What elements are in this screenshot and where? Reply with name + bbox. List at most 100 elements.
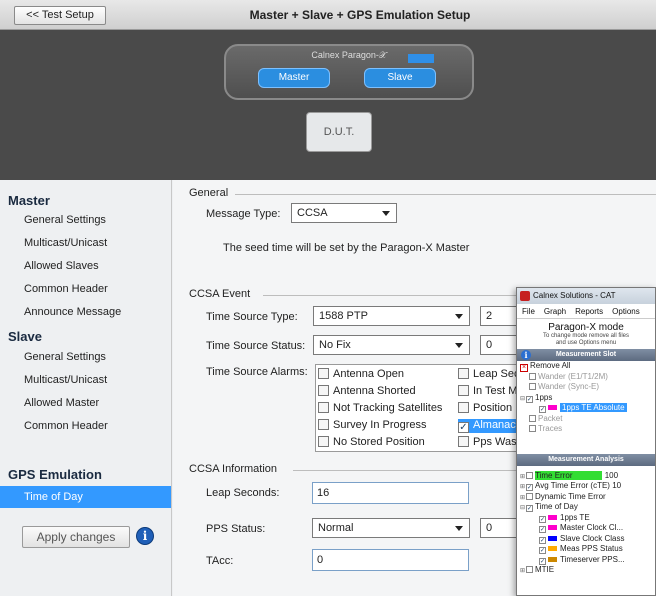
tacc-input[interactable]: 0: [312, 549, 469, 571]
info-icon[interactable]: i: [521, 350, 531, 360]
analysis-item-1pps-te[interactable]: 1pps TE: [517, 513, 655, 524]
sidebar-item-slave-general-settings[interactable]: General Settings: [24, 351, 106, 363]
analysis-item-slave-clock-class[interactable]: Slave Clock Class: [517, 534, 655, 545]
checkbox[interactable]: [318, 436, 329, 447]
time-source-type-select[interactable]: 1588 PTP: [313, 306, 470, 326]
group-ccsa-information: CCSA Information: [189, 463, 278, 475]
slave-port[interactable]: Slave: [364, 68, 436, 88]
chevron-down-icon: [455, 314, 463, 319]
sidebar-item-announce-message[interactable]: Announce Message: [24, 306, 121, 318]
checkbox[interactable]: [526, 505, 533, 512]
alarm-antenna-open[interactable]: Antenna Open: [318, 368, 404, 380]
alarm-antenna-shorted[interactable]: Antenna Shorted: [318, 385, 416, 397]
analysis-item-mtie[interactable]: ⊞ MTIE: [517, 565, 655, 576]
analysis-item-meas-pps-status[interactable]: Meas PPS Status: [517, 544, 655, 555]
group-ccsa-event: CCSA Event: [189, 288, 251, 300]
alarm-in-test-mode[interactable]: In Test M: [458, 385, 517, 397]
pps-status-extra-field[interactable]: 0: [480, 518, 520, 538]
remove-all-button[interactable]: × Remove All: [517, 361, 655, 372]
sidebar-item-time-of-day[interactable]: Time of Day: [0, 486, 171, 508]
slot-item[interactable]: ⊟1pps: [517, 393, 655, 404]
checkbox[interactable]: [318, 385, 329, 396]
series-color-swatch: [548, 525, 557, 530]
slot-item[interactable]: Packet: [517, 414, 655, 425]
sidebar-item-allowed-slaves[interactable]: Allowed Slaves: [24, 260, 99, 272]
group-divider: [235, 194, 656, 195]
checkbox[interactable]: [458, 368, 469, 379]
cat-menu-options[interactable]: Options: [612, 307, 640, 316]
checkbox[interactable]: [526, 471, 533, 479]
alarm-no-stored-position[interactable]: No Stored Position: [318, 436, 425, 448]
alarm-survey-in-progress[interactable]: Survey In Progress: [318, 419, 427, 431]
checkbox[interactable]: [539, 526, 546, 533]
checkbox[interactable]: [458, 385, 469, 396]
slot-label: Packet: [538, 413, 563, 423]
seed-time-note: The seed time will be set by the Paragon…: [223, 242, 470, 254]
device-name: Calnex Paragon-𝒳: [311, 50, 387, 60]
back-to-test-setup-button[interactable]: << Test Setup: [14, 6, 106, 25]
alarm-label: Almanac: [473, 419, 516, 431]
master-port[interactable]: Master: [258, 68, 330, 88]
cat-title: Calnex Solutions - CAT: [533, 291, 616, 300]
alarm-not-tracking-satellites[interactable]: Not Tracking Satellites: [318, 402, 442, 414]
slot-item[interactable]: Wander (E1/T1/2M): [517, 372, 655, 383]
checkbox-checked[interactable]: [458, 422, 469, 433]
checkbox[interactable]: [539, 515, 546, 523]
checkbox[interactable]: [526, 492, 533, 500]
alarm-pps-was[interactable]: Pps Was: [458, 436, 517, 448]
cat-menu-bar: File Graph Reports Options: [517, 304, 655, 319]
checkbox[interactable]: [529, 372, 536, 380]
checkbox[interactable]: [318, 419, 329, 430]
checkbox[interactable]: [539, 406, 546, 413]
analysis-item-time-of-day[interactable]: ⊟Time of Day: [517, 502, 655, 513]
analysis-label: Time of Day: [535, 502, 578, 511]
slot-item[interactable]: Traces: [517, 424, 655, 435]
analysis-item-master-clock[interactable]: Master Clock Cl...: [517, 523, 655, 534]
checkbox[interactable]: [529, 425, 536, 432]
checkbox[interactable]: [529, 383, 536, 390]
checkbox[interactable]: [458, 402, 469, 413]
checkbox[interactable]: [539, 536, 546, 544]
analysis-item-timeserver-pps[interactable]: Timeserver PPS...: [517, 555, 655, 566]
apply-changes-button[interactable]: Apply changes: [22, 526, 130, 548]
time-source-status-select[interactable]: No Fix: [313, 335, 470, 355]
cat-menu-reports[interactable]: Reports: [575, 307, 603, 316]
slot-label: 1pps TE Absolute: [560, 403, 627, 412]
time-source-type-extra-field[interactable]: 2: [480, 306, 520, 326]
cat-menu-graph[interactable]: Graph: [544, 307, 566, 316]
cat-menu-file[interactable]: File: [522, 307, 535, 316]
analysis-item-time-error[interactable]: ⊞ Time Error 100: [517, 470, 655, 482]
checkbox[interactable]: [318, 368, 329, 379]
checkbox[interactable]: [539, 557, 546, 565]
sidebar-item-master-multicast-unicast[interactable]: Multicast/Unicast: [24, 237, 107, 249]
sidebar-item-allowed-master[interactable]: Allowed Master: [24, 397, 99, 409]
checkbox[interactable]: [458, 436, 469, 447]
checkbox[interactable]: [526, 395, 533, 403]
sidebar-item-slave-common-header[interactable]: Common Header: [24, 420, 108, 432]
dut-box[interactable]: D.U.T.: [306, 112, 372, 152]
sidebar-item-slave-multicast-unicast[interactable]: Multicast/Unicast: [24, 374, 107, 386]
sidebar-item-master-general-settings[interactable]: General Settings: [24, 214, 106, 226]
checkbox[interactable]: [318, 402, 329, 413]
time-source-status-value: No Fix: [319, 339, 351, 351]
analysis-item-dynamic-time-error[interactable]: ⊞ Dynamic Time Error: [517, 492, 655, 503]
checkbox[interactable]: [529, 414, 536, 422]
leap-seconds-input[interactable]: 16: [312, 482, 469, 504]
message-type-select[interactable]: CCSA: [291, 203, 397, 223]
slot-item[interactable]: Wander (Sync-E): [517, 382, 655, 393]
checkbox[interactable]: [526, 566, 533, 573]
time-source-status-extra-field[interactable]: 0: [480, 335, 520, 355]
cat-title-bar[interactable]: Calnex Solutions - CAT: [517, 288, 655, 304]
pps-status-select[interactable]: Normal: [312, 518, 470, 538]
alarm-position-invalid[interactable]: Position I: [458, 402, 518, 414]
slot-item-selected[interactable]: 1pps TE Absolute: [517, 403, 655, 414]
analysis-label: Slave Clock Class: [560, 533, 625, 543]
checkbox[interactable]: [539, 547, 546, 554]
sidebar-item-master-common-header[interactable]: Common Header: [24, 283, 108, 295]
checkbox[interactable]: [526, 484, 533, 491]
sidebar: Master General Settings Multicast/Unicas…: [0, 180, 172, 596]
analysis-item-avg-time-error[interactable]: ⊞Avg Time Error (cTE) 10: [517, 481, 655, 492]
cat-window[interactable]: Calnex Solutions - CAT File Graph Reports O…: [516, 287, 656, 596]
info-icon[interactable]: i: [136, 527, 154, 545]
analysis-label: MTIE: [535, 565, 555, 574]
